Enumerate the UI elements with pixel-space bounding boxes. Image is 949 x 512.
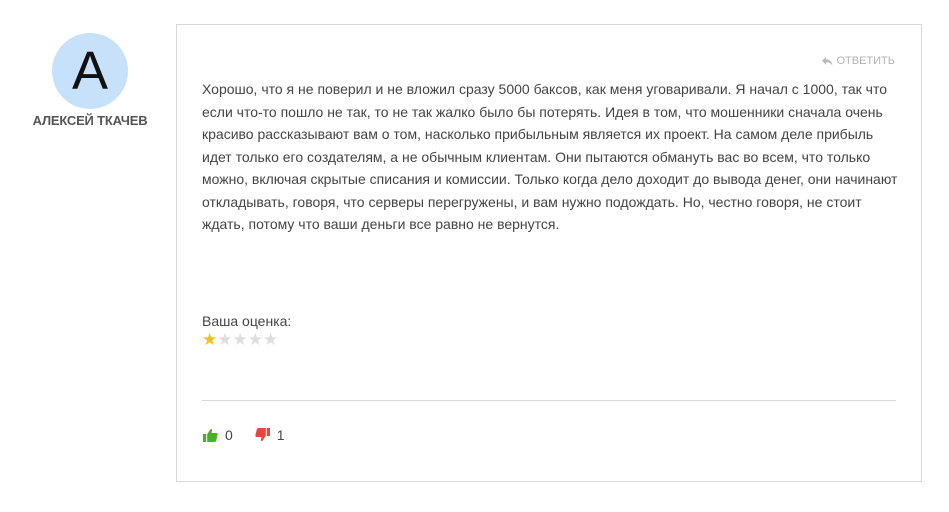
dislikes-count: 1: [276, 427, 285, 443]
reply-arrow-icon: [822, 56, 833, 66]
divider: [202, 400, 896, 401]
thumbs-down-icon: [255, 428, 270, 442]
likes-count: 0: [225, 427, 233, 443]
rating: Ваша оценка: ★ ★ ★ ★ ★: [202, 312, 291, 348]
rating-stars: ★ ★ ★ ★ ★: [202, 331, 291, 348]
author-name: АЛЕКСЕЙ ТКАЧЕВ: [32, 113, 148, 128]
star-icon[interactable]: ★: [217, 331, 232, 348]
reply-button[interactable]: ОТВЕТИТЬ: [822, 55, 895, 67]
star-icon[interactable]: ★: [263, 331, 278, 348]
avatar-letter: A: [71, 41, 109, 101]
star-icon[interactable]: ★: [233, 331, 248, 348]
comment-author: A АЛЕКСЕЙ ТКАЧЕВ: [20, 33, 160, 128]
reply-label: ОТВЕТИТЬ: [836, 55, 895, 67]
votes: 0 1: [203, 427, 307, 443]
comment-text: Хорошо, что я не поверил и не вложил сра…: [202, 81, 898, 232]
thumbs-up-icon: [203, 428, 218, 442]
dislike-button[interactable]: 1: [255, 427, 285, 443]
star-icon[interactable]: ★: [248, 331, 263, 348]
like-button[interactable]: 0: [203, 427, 233, 443]
star-icon[interactable]: ★: [202, 331, 217, 348]
rating-label: Ваша оценка:: [202, 313, 292, 329]
comment-card: ОТВЕТИТЬ Хорошо, что я не поверил и не в…: [176, 24, 922, 482]
avatar: A: [52, 33, 128, 109]
